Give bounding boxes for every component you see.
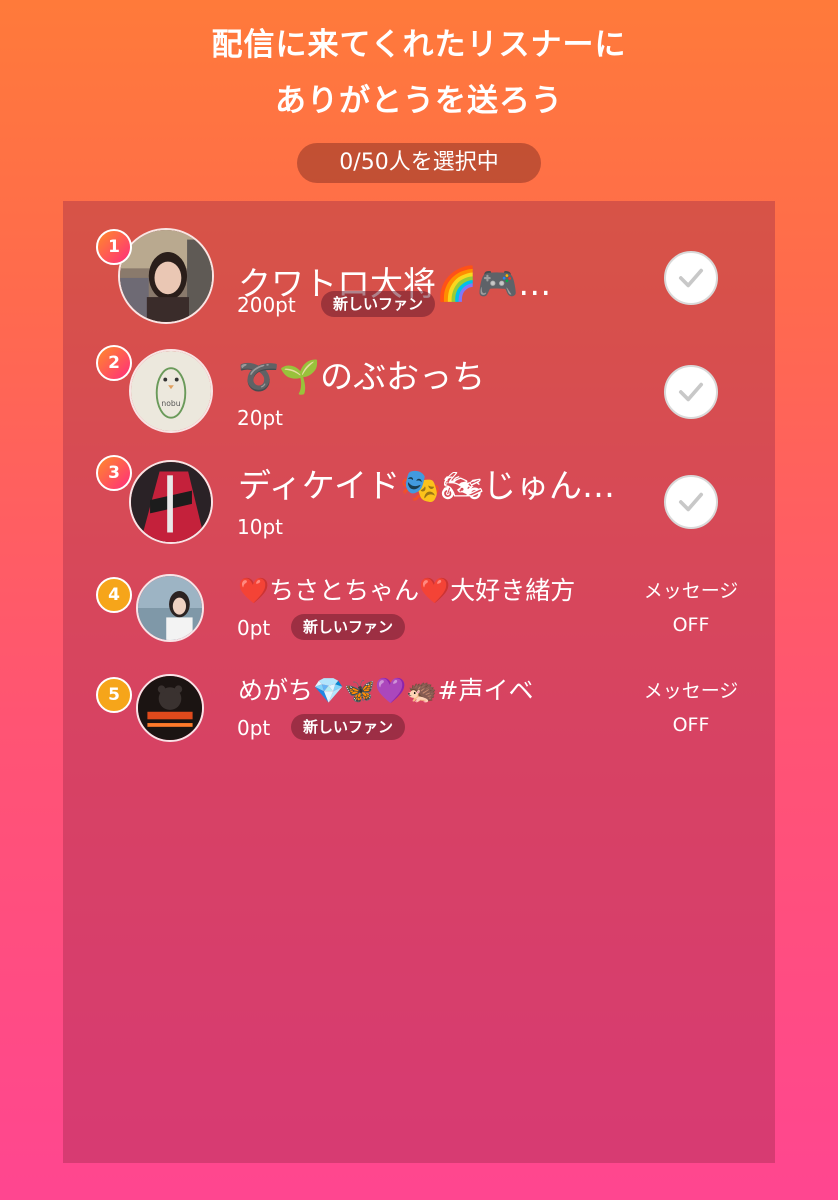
new-fan-badge: 新しいファン [291,614,406,640]
bird-drawing-icon: nobu [131,351,211,431]
select-check-button[interactable] [664,251,718,305]
listener-name: ディケイド🎭🏍じゅん… [238,465,615,507]
checkmark-icon [678,382,704,402]
rank-badge: 1 [96,229,132,265]
avatar [136,574,204,642]
message-state: OFF [672,714,710,736]
listener-row-5[interactable]: 5 めがち💎🦋💜🦔#声イベ 0pt 新しいファン メッセージ OFF [63,671,775,771]
rank-badge: 2 [96,345,132,381]
selection-counter: 0/50人を選択中 [297,143,541,183]
listener-points: 10pt [237,515,283,539]
user-photo-sea-icon [138,576,202,640]
listener-points: 200pt [237,293,296,317]
name-ellipsis: … [582,466,616,505]
svg-text:nobu: nobu [161,399,180,408]
checkmark-icon [678,492,704,512]
listener-row-1[interactable]: 1 クワトロ大将🌈🎮… 200pt 新しいファン [63,223,775,324]
message-label: メッセージ [643,580,739,602]
listener-row-2[interactable]: 2 nobu ➰🌱のぶおっち 20pt [63,341,775,441]
dark-bear-icon [138,676,202,740]
select-check-button[interactable] [664,475,718,529]
message-off-status: メッセージ OFF [631,674,751,742]
listener-row-4[interactable]: 4 ❤️ちさとちゃん❤️大好き緒方 0pt 新しいファン メッセージ OFF [63,571,775,671]
avatar [118,228,214,324]
select-check-button[interactable] [664,365,718,419]
rank-badge: 5 [96,677,132,713]
hero-mask-icon [131,462,211,542]
listener-name: めがち💎🦋💜🦔#声イベ [238,676,534,705]
checkmark-icon [678,268,704,288]
listener-name: ❤️ちさとちゃん❤️大好き緒方 [238,576,576,605]
message-label: メッセージ [643,680,739,702]
message-off-status: メッセージ OFF [631,574,751,642]
listener-points: 20pt [237,406,283,430]
listener-points: 0pt [237,616,271,640]
avatar [129,460,213,544]
listener-name-text: ディケイド🎭🏍じゅん [238,466,583,505]
listener-list-panel: 1 クワトロ大将🌈🎮… 200pt 新しいファン 2 nobu ➰🌱のぶおっち … [63,201,775,1163]
rank-badge: 3 [96,455,132,491]
user-photo-woman-icon [120,230,212,322]
title-line-1: 配信に来てくれたリスナーに [211,27,627,63]
avatar [136,674,204,742]
rank-badge: 4 [96,577,132,613]
message-state: OFF [672,614,710,636]
name-ellipsis: … [518,264,552,303]
listener-row-3[interactable]: 3 ディケイド🎭🏍じゅん… 10pt [63,451,775,551]
new-fan-badge: 新しいファン [291,714,406,740]
listener-points: 0pt [237,716,271,740]
listener-name: ➰🌱のぶおっち [238,357,486,396]
new-fan-badge: 新しいファン [321,291,436,317]
title-line-2: ありがとうを送ろう [275,83,563,119]
avatar: nobu [129,349,213,433]
